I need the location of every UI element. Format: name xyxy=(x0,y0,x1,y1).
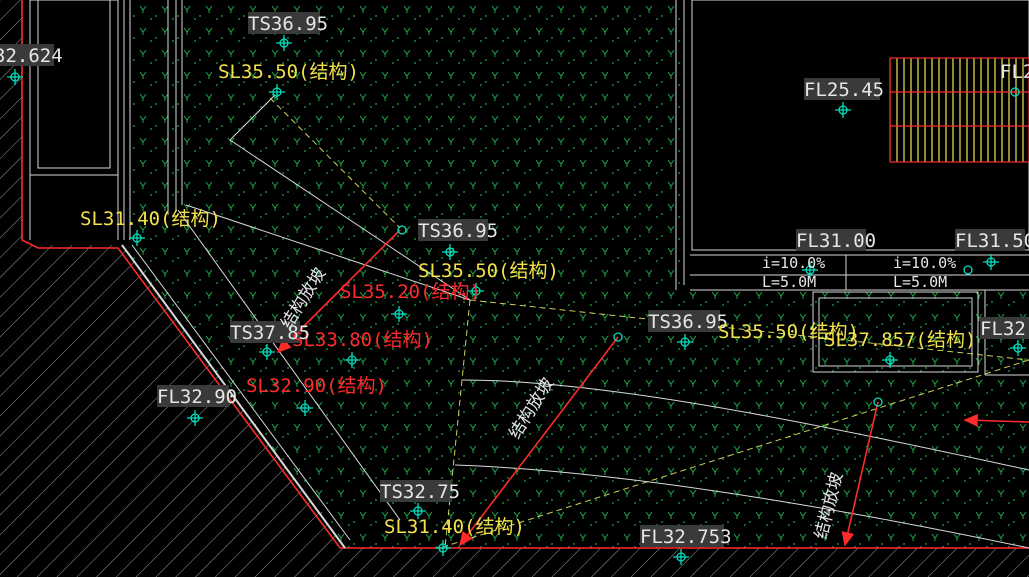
label-fl-room: FL25.45 xyxy=(804,79,884,101)
label-corner-left: 32.624 xyxy=(0,45,63,67)
label-sl-red1: SL35.20(结构) xyxy=(340,281,481,303)
label-len-a: L=5.0M xyxy=(762,273,816,291)
label-ts-bottom: TS32.75 xyxy=(380,481,460,503)
label-fl-left: FL32.90 xyxy=(157,386,237,408)
label-ts-top: TS36.95 xyxy=(248,13,328,35)
label-sl-bottom: SL31.40(结构) xyxy=(384,516,525,538)
label-sl-right2: SL37.857(结构) xyxy=(824,329,976,351)
label-ts-mid: TS36.95 xyxy=(418,220,498,242)
cad-drawing-canvas[interactable]: TS36.95 SL35.50(结构) 32.624 SL31.40(结构) F… xyxy=(0,0,1029,577)
label-fl-a: FL31.00 xyxy=(796,230,876,252)
label-len-b: L=5.0M xyxy=(893,273,947,291)
label-sl-mid: SL35.50(结构) xyxy=(418,260,559,282)
label-slope-a: i=10.0% xyxy=(762,254,825,272)
label-sl-top: SL35.50(结构) xyxy=(218,61,359,83)
label-sl-left: SL31.40(结构) xyxy=(80,208,221,230)
node-circle-icon xyxy=(963,265,973,275)
label-fl-b: FL31.50 xyxy=(955,230,1029,252)
label-fl-edge: FL32. xyxy=(980,318,1029,340)
label-sl-red2: SL33.80(结构) xyxy=(292,329,433,351)
label-ts-right: TS36.95 xyxy=(648,311,728,333)
label-sl-red3: SL32.90(结构) xyxy=(246,375,387,397)
label-slope-b: i=10.0% xyxy=(893,254,956,272)
crosshair-circle-icon xyxy=(983,254,999,270)
label-fl-bottom: FL32.753 xyxy=(640,526,732,548)
label-fl-room-right: FL2 xyxy=(1000,61,1029,83)
crosshair-circle-icon xyxy=(835,102,851,118)
